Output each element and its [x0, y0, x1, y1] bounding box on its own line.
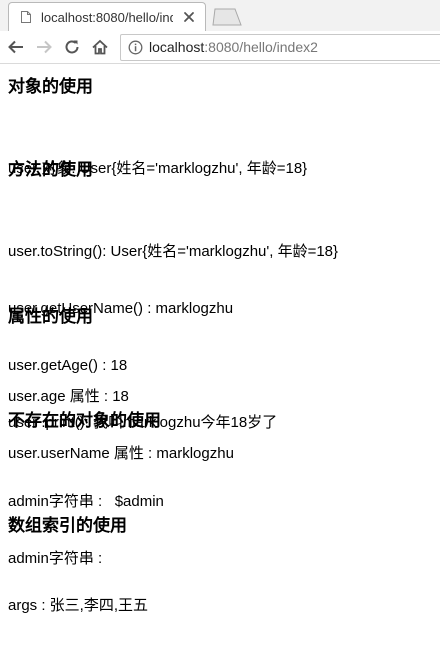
address-bar[interactable]: localhost:8080/hello/index2	[120, 34, 440, 61]
text-line: admin字符串 : $admin	[8, 493, 164, 510]
heading-property-usage: 属性的使用	[8, 307, 93, 326]
back-arrow-icon[interactable]	[7, 38, 25, 56]
url-path: :8080/hello/index2	[204, 39, 318, 55]
reload-icon[interactable]	[63, 38, 81, 56]
page-icon	[21, 11, 31, 23]
paragraph-array-index-usage: args : 张三,李四,王五	[8, 558, 148, 653]
tab-strip: localhost:8080/hello/inde	[0, 0, 440, 32]
url-text[interactable]: localhost:8080/hello/index2	[149, 38, 318, 57]
tab-title: localhost:8080/hello/inde	[41, 10, 173, 25]
heading-array-index-usage: 数组索引的使用	[8, 516, 127, 535]
text-line: user.toString(): User{姓名='marklogzhu', 年…	[8, 243, 339, 260]
heading-missing-object-usage: 不存在的对象的使用	[8, 411, 161, 430]
heading-method-usage: 方法的使用	[8, 160, 93, 179]
browser-toolbar: localhost:8080/hello/index2	[0, 31, 440, 64]
new-tab-button[interactable]	[212, 8, 242, 26]
close-icon[interactable]	[182, 10, 196, 24]
text-line: user.age 属性 : 18	[8, 388, 129, 405]
info-icon[interactable]	[128, 40, 143, 55]
browser-tab[interactable]: localhost:8080/hello/inde	[8, 2, 206, 32]
heading-object-usage: 对象的使用	[8, 77, 93, 96]
page-content: 对象的使用 user 对象: User{姓名='marklogzhu', 年龄=…	[8, 64, 440, 614]
url-host: localhost	[149, 39, 205, 55]
home-icon[interactable]	[91, 38, 109, 56]
forward-arrow-icon[interactable]	[35, 38, 53, 56]
